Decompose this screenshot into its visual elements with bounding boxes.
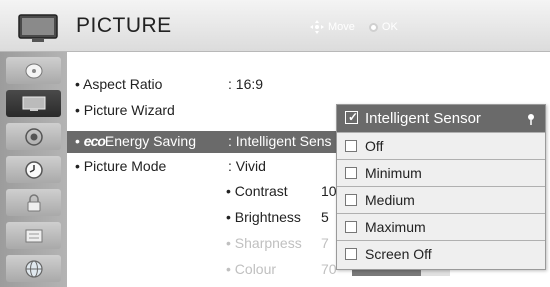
sidebar-item-channel[interactable] xyxy=(6,57,61,84)
dropdown-option-minimum[interactable]: Minimum xyxy=(337,159,545,186)
sub-setting-label: • Colour xyxy=(226,261,277,277)
dropdown-option-label: Medium xyxy=(365,192,415,208)
dropdown-option-label: Maximum xyxy=(365,219,426,235)
dropdown-option-maximum[interactable]: Maximum xyxy=(337,213,545,240)
category-sidebar xyxy=(0,52,67,287)
checkbox-icon xyxy=(345,167,357,179)
sidebar-item-network[interactable] xyxy=(6,255,61,282)
checked-checkbox-icon: ✓ xyxy=(345,110,358,124)
setting-label: Picture Wizard xyxy=(83,102,175,118)
setting-label: Energy Saving xyxy=(104,133,196,149)
dropdown-selected-label: Intelligent Sensor xyxy=(365,110,481,127)
page-title: PICTURE xyxy=(76,14,172,37)
energy-saving-dropdown: ✓ Intelligent Sensor Off Minimum Medium … xyxy=(336,104,546,270)
dropdown-option-label: Minimum xyxy=(365,165,422,181)
sub-setting-value: 70 xyxy=(321,261,337,277)
clock-icon xyxy=(24,160,43,179)
dropdown-option-label: Off xyxy=(365,138,384,154)
sub-setting-label: • Brightness xyxy=(226,209,301,225)
sub-setting-value: 5 xyxy=(321,209,329,225)
sidebar-item-audio[interactable] xyxy=(6,123,61,150)
checkbox-icon xyxy=(345,194,357,206)
scroll-indicator-icon xyxy=(527,112,535,126)
hint-ok-label: OK xyxy=(381,21,398,33)
checkbox-icon xyxy=(345,248,357,260)
checkbox-icon xyxy=(345,140,357,152)
dropdown-selected-option[interactable]: ✓ Intelligent Sensor xyxy=(337,105,545,132)
dropdown-option-screen-off[interactable]: Screen Off xyxy=(337,240,545,267)
dropdown-option-medium[interactable]: Medium xyxy=(337,186,545,213)
globe-icon xyxy=(24,259,43,278)
hint-move-label: Move xyxy=(328,21,355,33)
sub-setting-value: 10 xyxy=(321,183,337,199)
picture-menu-screen: PICTURE Move OK • Aspect Ratio: 16:9 • … xyxy=(0,0,550,287)
menu-header: PICTURE Move OK xyxy=(0,0,550,52)
setting-label: Aspect Ratio xyxy=(83,76,163,92)
tv-icon xyxy=(18,14,58,44)
setting-value: : 16:9 xyxy=(228,76,264,92)
sidebar-item-picture[interactable] xyxy=(6,90,61,117)
speaker-icon xyxy=(24,127,43,146)
dropdown-option-label: Screen Off xyxy=(365,246,432,262)
sub-setting-value: 7 xyxy=(321,235,329,251)
ok-button-icon xyxy=(368,22,378,32)
setting-value: : Intelligent Sens xyxy=(228,133,332,149)
sidebar-item-time[interactable] xyxy=(6,156,61,183)
setting-value: : Vivid xyxy=(228,158,266,174)
tv-picture-icon xyxy=(22,96,45,111)
sub-setting-label: • Contrast xyxy=(226,183,288,199)
navigation-hint: Move OK xyxy=(310,20,398,34)
sub-setting-label: • Sharpness xyxy=(226,235,302,251)
setting-label: Picture Mode xyxy=(83,158,167,174)
dpad-icon xyxy=(310,20,324,34)
checkbox-icon xyxy=(345,221,357,233)
sidebar-item-lock[interactable] xyxy=(6,189,61,216)
eco-logo-icon: eco xyxy=(83,133,106,149)
option-icon xyxy=(25,229,42,242)
satellite-dish-icon xyxy=(25,63,42,78)
setting-row-energy-saving[interactable]: • ecoEnergy Saving : Intelligent Sens xyxy=(67,131,367,153)
sidebar-item-option[interactable] xyxy=(6,222,61,249)
lock-icon xyxy=(27,193,40,211)
dropdown-option-off[interactable]: Off xyxy=(337,132,545,159)
